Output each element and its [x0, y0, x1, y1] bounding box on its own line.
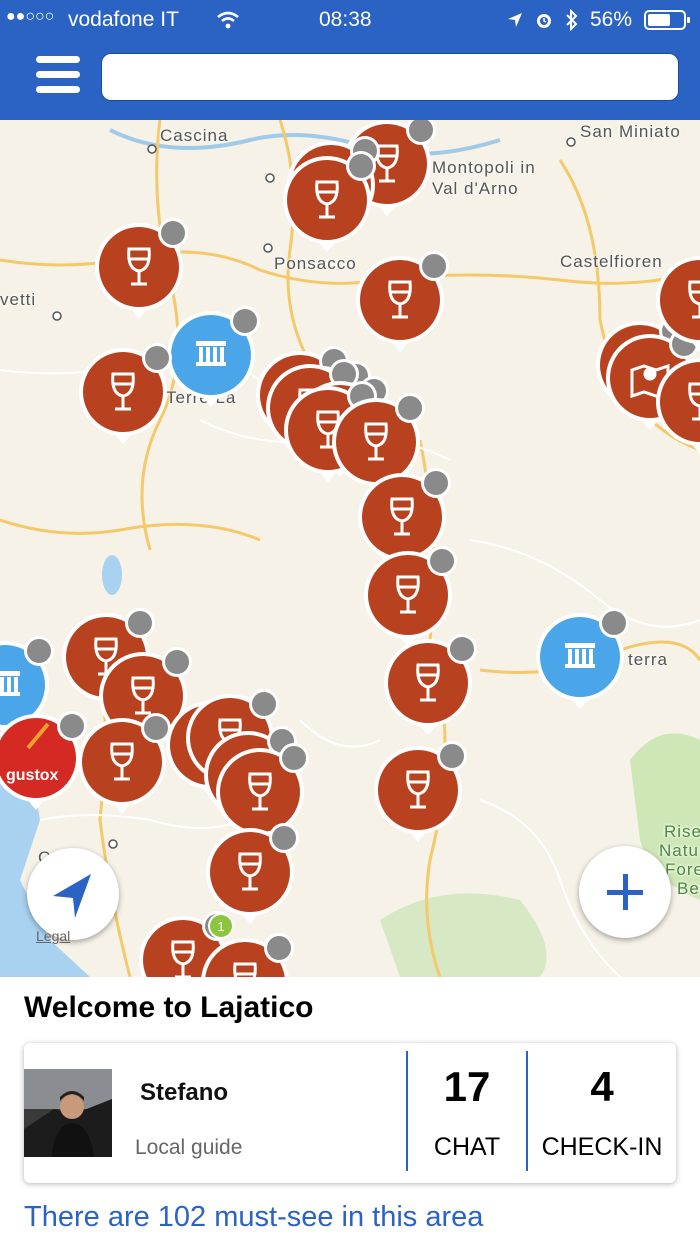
clock: 08:38	[319, 8, 372, 31]
guide-name: Stefano	[140, 1079, 229, 1106]
local-guide-card[interactable]: Stefano Local guide 17 CHAT 4 CHECK-IN	[24, 1043, 676, 1183]
wine-pin[interactable]	[652, 252, 700, 367]
wine-pin[interactable]	[74, 713, 171, 829]
wine-pin[interactable]	[279, 151, 376, 267]
place-label: Montopoli in	[432, 158, 536, 177]
place-label: vetti	[0, 290, 37, 309]
battery-percent: 56%	[590, 8, 633, 31]
must-see-link[interactable]: There are 102 must-see in this area	[24, 1201, 483, 1234]
place-label: Cascina	[160, 126, 229, 145]
battery-icon	[644, 10, 690, 30]
signal-strength: ●●○○○	[6, 8, 55, 25]
guide-photo	[24, 1069, 112, 1157]
add-button[interactable]	[579, 846, 671, 938]
bluetooth-icon	[566, 9, 578, 31]
place-label: Val d'Arno	[432, 179, 519, 198]
location-arrow-icon	[508, 13, 522, 27]
chat-stat-button[interactable]: 17 CHAT	[408, 1043, 526, 1183]
check-in-count: 4	[590, 1063, 614, 1110]
hamburger-menu-button[interactable]	[36, 56, 80, 98]
svg-text:1: 1	[217, 919, 224, 934]
check-in-label: CHECK-IN	[541, 1133, 663, 1161]
museum-pin[interactable]	[532, 608, 629, 724]
chat-label: CHAT	[433, 1133, 501, 1161]
alarm-icon	[537, 14, 551, 28]
place-label: Castelfioren	[560, 252, 663, 271]
chat-count: 17	[443, 1063, 491, 1110]
map-view[interactable]: Cascina San Miniato Montopoli in Val d'A…	[0, 120, 700, 977]
navigation-arrow-icon	[53, 874, 91, 918]
search-input[interactable]	[101, 53, 679, 101]
place-label: terra	[628, 650, 668, 669]
avatar[interactable]	[24, 1069, 112, 1157]
cluster-count-badge[interactable]: 1	[207, 912, 235, 945]
guide-role: Local guide	[135, 1136, 243, 1159]
wine-pin[interactable]	[380, 634, 477, 750]
top-navigation-bar	[0, 40, 700, 120]
status-bar: ●●○○○ vodafone IT 08:38 56%	[0, 0, 700, 40]
area-info-panel: Welcome to Lajatico Stefano Local guide …	[0, 977, 700, 1244]
wine-pin[interactable]	[352, 251, 449, 367]
place-label: San Miniato	[580, 122, 681, 141]
locate-me-button[interactable]	[27, 848, 119, 940]
museum-icon	[0, 671, 20, 696]
check-in-stat-button[interactable]: 4 CHECK-IN	[528, 1043, 676, 1183]
carrier-name: vodafone IT	[68, 8, 179, 31]
plus-icon	[607, 874, 643, 910]
legal-link[interactable]: Legal	[36, 928, 70, 944]
wine-pin[interactable]	[652, 354, 700, 469]
hamburger-icon	[36, 56, 80, 63]
welcome-title: Welcome to Lajatico	[24, 991, 314, 1024]
gustox-pin[interactable]: gustox	[0, 710, 87, 825]
museum-pin[interactable]	[163, 306, 260, 422]
place-label: Berig	[677, 879, 700, 898]
wifi-icon	[217, 11, 239, 29]
place-label: Rise	[664, 822, 700, 841]
wine-pin[interactable]	[75, 343, 172, 459]
gustox-logo: gustox	[6, 767, 59, 784]
wine-pin[interactable]	[370, 741, 467, 857]
